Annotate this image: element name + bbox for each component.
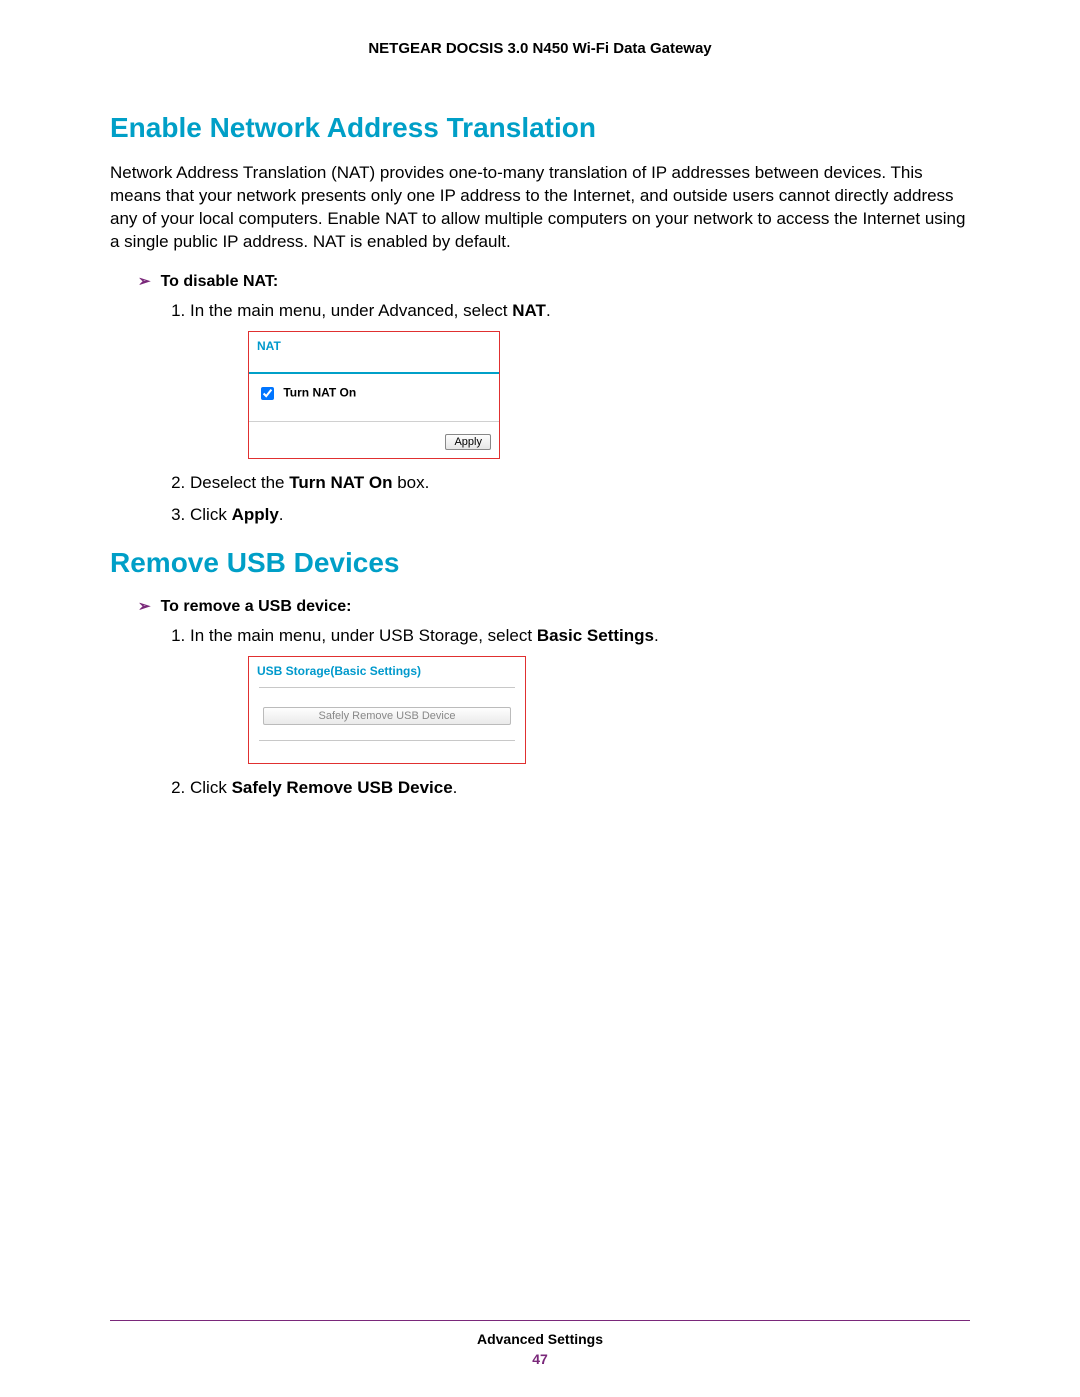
- step-text-end: .: [279, 505, 284, 524]
- usb-button-row: Safely Remove USB Device: [249, 702, 525, 734]
- nat-button-row: Apply: [249, 422, 499, 458]
- step-bold: Turn NAT On: [289, 473, 392, 492]
- page-footer: Advanced Settings 47: [110, 1320, 970, 1367]
- steps-remove-usb: In the main menu, under USB Storage, sel…: [170, 624, 970, 800]
- step-2: Deselect the Turn NAT On box.: [190, 471, 970, 495]
- nat-screenshot: NAT Turn NAT On Apply: [248, 331, 500, 460]
- footer-section-name: Advanced Settings: [110, 1331, 970, 1347]
- step-text: Deselect the: [190, 473, 289, 492]
- step-text: In the main menu, under USB Storage, sel…: [190, 626, 537, 645]
- step-bold: Safely Remove USB Device: [232, 778, 453, 797]
- divider: [259, 687, 515, 688]
- nat-panel-title: NAT: [249, 332, 499, 375]
- usb-screenshot: USB Storage(Basic Settings) Safely Remov…: [248, 656, 526, 765]
- safely-remove-usb-button[interactable]: Safely Remove USB Device: [263, 707, 511, 725]
- step-1: In the main menu, under USB Storage, sel…: [190, 624, 970, 764]
- usb-panel-title: USB Storage(Basic Settings): [249, 657, 525, 684]
- step-2: Click Safely Remove USB Device.: [190, 776, 970, 800]
- step-text-end: .: [546, 301, 551, 320]
- step-text: In the main menu, under Advanced, select: [190, 301, 512, 320]
- step-3: Click Apply.: [190, 503, 970, 527]
- step-bold: Basic Settings: [537, 626, 654, 645]
- step-bold: NAT: [512, 301, 546, 320]
- turn-nat-on-checkbox[interactable]: [261, 387, 274, 400]
- nat-checkbox-row: Turn NAT On: [249, 374, 499, 422]
- document-header: NETGEAR DOCSIS 3.0 N450 Wi-Fi Data Gatew…: [110, 40, 970, 57]
- steps-disable-nat: In the main menu, under Advanced, select…: [170, 299, 970, 527]
- procedure-disable-nat-title: To disable NAT:: [138, 272, 970, 291]
- step-text: Click: [190, 778, 232, 797]
- procedure-remove-usb-title: To remove a USB device:: [138, 597, 970, 616]
- step-text-end: .: [453, 778, 458, 797]
- heading-enable-nat: Enable Network Address Translation: [110, 112, 970, 144]
- step-text: Click: [190, 505, 232, 524]
- step-bold: Apply: [232, 505, 279, 524]
- apply-button[interactable]: Apply: [445, 434, 491, 450]
- footer-page-number: 47: [110, 1351, 970, 1367]
- footer-rule: [110, 1320, 970, 1321]
- step-text-end: .: [654, 626, 659, 645]
- step-text-end: box.: [392, 473, 429, 492]
- divider: [259, 740, 515, 741]
- turn-nat-on-label: Turn NAT On: [283, 386, 356, 400]
- nat-description: Network Address Translation (NAT) provid…: [110, 162, 970, 254]
- heading-remove-usb: Remove USB Devices: [110, 547, 970, 579]
- step-1: In the main menu, under Advanced, select…: [190, 299, 970, 459]
